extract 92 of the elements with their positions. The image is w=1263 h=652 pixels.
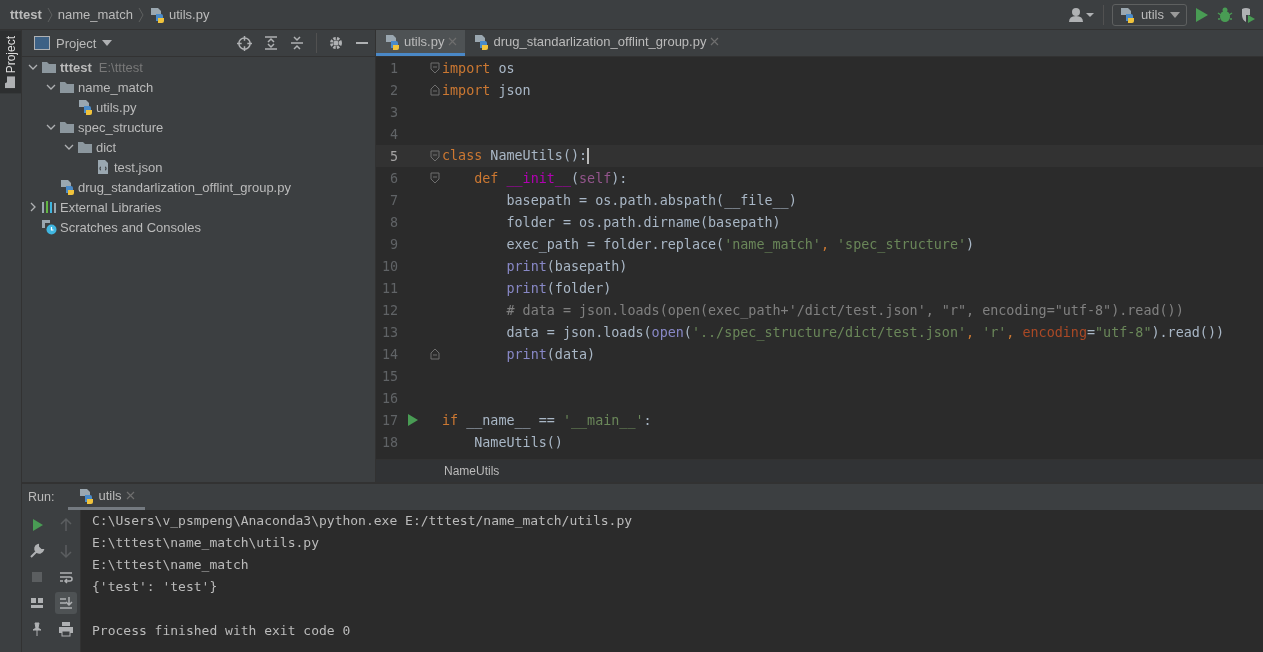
fold-end-icon[interactable]: [430, 84, 440, 96]
console-line: Process finished with exit code 0: [92, 622, 352, 640]
tree-item[interactable]: drug_standarlization_offlint_group.py: [78, 179, 291, 195]
code-line: folder = os.path.dirname(basepath): [505, 214, 781, 230]
python-file-icon: [78, 487, 95, 504]
scroll-to-end-icon[interactable]: [54, 592, 77, 614]
run-configuration-dropdown[interactable]: utils: [1111, 3, 1187, 26]
scratches-clock-icon: [41, 219, 57, 235]
editor-tab[interactable]: utils.py: [376, 30, 466, 56]
crosshair-icon[interactable]: [237, 35, 252, 51]
expand-all-icon[interactable]: [264, 36, 278, 50]
editor-breadcrumb[interactable]: NameUtils: [444, 464, 500, 478]
tree-item[interactable]: Scratches and Consoles: [60, 219, 201, 235]
code-line: print(folder): [505, 280, 612, 296]
line-number: 14: [380, 346, 398, 362]
code-line: basepath = os.path.abspath(__file__): [505, 192, 797, 208]
path-hint: E:\tttest: [98, 59, 143, 75]
tree-item[interactable]: External Libraries: [60, 199, 162, 215]
console-line: {'test': 'test'}: [92, 578, 219, 596]
line-number: 3: [388, 104, 398, 120]
tree-item[interactable]: utils.py: [96, 99, 137, 115]
bug-icon[interactable]: [1217, 6, 1233, 23]
folder-icon: [59, 120, 75, 134]
code-line: print(data): [505, 346, 596, 362]
line-number: 10: [380, 258, 398, 274]
code-line: class NameUtils():: [442, 148, 590, 164]
code-line: exec_path = folder.replace('name_match', 'spec_structure'): [505, 236, 975, 252]
line-number: 6: [388, 170, 398, 186]
window-icon: [34, 36, 50, 50]
fold-icon[interactable]: [430, 150, 440, 162]
line-number: 17: [380, 412, 398, 428]
line-number: 18: [380, 434, 398, 450]
folder-icon: [77, 140, 93, 154]
tree-item[interactable]: tttest: [60, 59, 92, 75]
code-line: NameUtils(): [473, 434, 563, 450]
line-number: 16: [380, 390, 398, 406]
fold-icon[interactable]: [430, 62, 440, 74]
console-line: E:\tttest\name_match\utils.py: [92, 534, 320, 552]
fold-icon[interactable]: [430, 172, 440, 184]
fold-end-icon[interactable]: [430, 348, 440, 360]
python-file-icon: [473, 33, 490, 50]
tree-item[interactable]: spec_structure: [78, 119, 164, 135]
line-number: 13: [380, 324, 398, 340]
code-line: def __init__(self):: [473, 170, 628, 186]
line-number: 2: [388, 82, 398, 98]
python-file-icon: [59, 179, 75, 195]
collapse-all-icon[interactable]: [290, 36, 304, 50]
settings-icon[interactable]: [329, 36, 343, 50]
chevron-separator-icon: [45, 6, 54, 23]
caret-icon[interactable]: [102, 40, 113, 46]
breadcrumb[interactable]: tttest: [10, 7, 42, 22]
tree-item[interactable]: dict: [96, 139, 117, 155]
python-file-icon: [1118, 6, 1135, 23]
line-number: 8: [388, 214, 398, 230]
tree-item[interactable]: test.json: [114, 159, 163, 175]
console-line: C:\Users\v_psmpeng\Anaconda3\python.exe E:/tttest/name_match/utils.py: [92, 512, 634, 530]
line-number: 12: [380, 302, 398, 318]
code-line: import json: [442, 82, 531, 98]
run-icon[interactable]: [1195, 6, 1209, 23]
chevron-separator-icon: [136, 6, 145, 23]
coverage-icon[interactable]: [1241, 6, 1255, 23]
line-number: 5: [388, 148, 398, 164]
code-line: data = json.loads(open('../spec_structure/dict/test.json', 'r', encoding="utf-8").read()): [505, 324, 1225, 340]
user-icon[interactable]: [1068, 6, 1095, 23]
tree-item[interactable]: name_match: [78, 79, 154, 95]
folder-icon: [5, 76, 16, 89]
python-file-icon: [148, 6, 165, 23]
line-number: 9: [388, 236, 398, 252]
line-number: 11: [380, 280, 398, 296]
run-icon[interactable]: [408, 414, 418, 426]
line-number: 7: [388, 192, 398, 208]
folder-icon: [59, 80, 75, 94]
breadcrumb[interactable]: utils.py: [168, 7, 210, 22]
code-line: # data = json.loads(open(exec_path+'/dict/test.json', "r", encoding="utf-8").read()): [505, 302, 1184, 318]
line-number: 4: [388, 126, 398, 142]
run-panel-title: Run:: [28, 490, 55, 504]
python-file-icon: [77, 99, 93, 115]
folder-icon: [41, 60, 57, 74]
line-number: 1: [388, 60, 398, 76]
view-selector[interactable]: Project: [56, 35, 97, 51]
code-line: if __name__ == '__main__':: [442, 412, 652, 428]
python-file-icon: [384, 33, 400, 50]
project-side-tab[interactable]: Project: [0, 30, 21, 94]
editor-tab[interactable]: drug_standarlization_offlint_group.py: [465, 30, 728, 56]
code-line: import os: [442, 60, 515, 76]
breadcrumb[interactable]: name_match: [57, 7, 133, 22]
console-line: E:\tttest\name_match: [92, 556, 250, 574]
line-number: 15: [380, 368, 398, 384]
library-bars-icon: [41, 200, 57, 214]
caret-icon: [1170, 11, 1180, 18]
json-file-icon: [95, 159, 111, 175]
code-line: print(basepath): [505, 258, 628, 274]
